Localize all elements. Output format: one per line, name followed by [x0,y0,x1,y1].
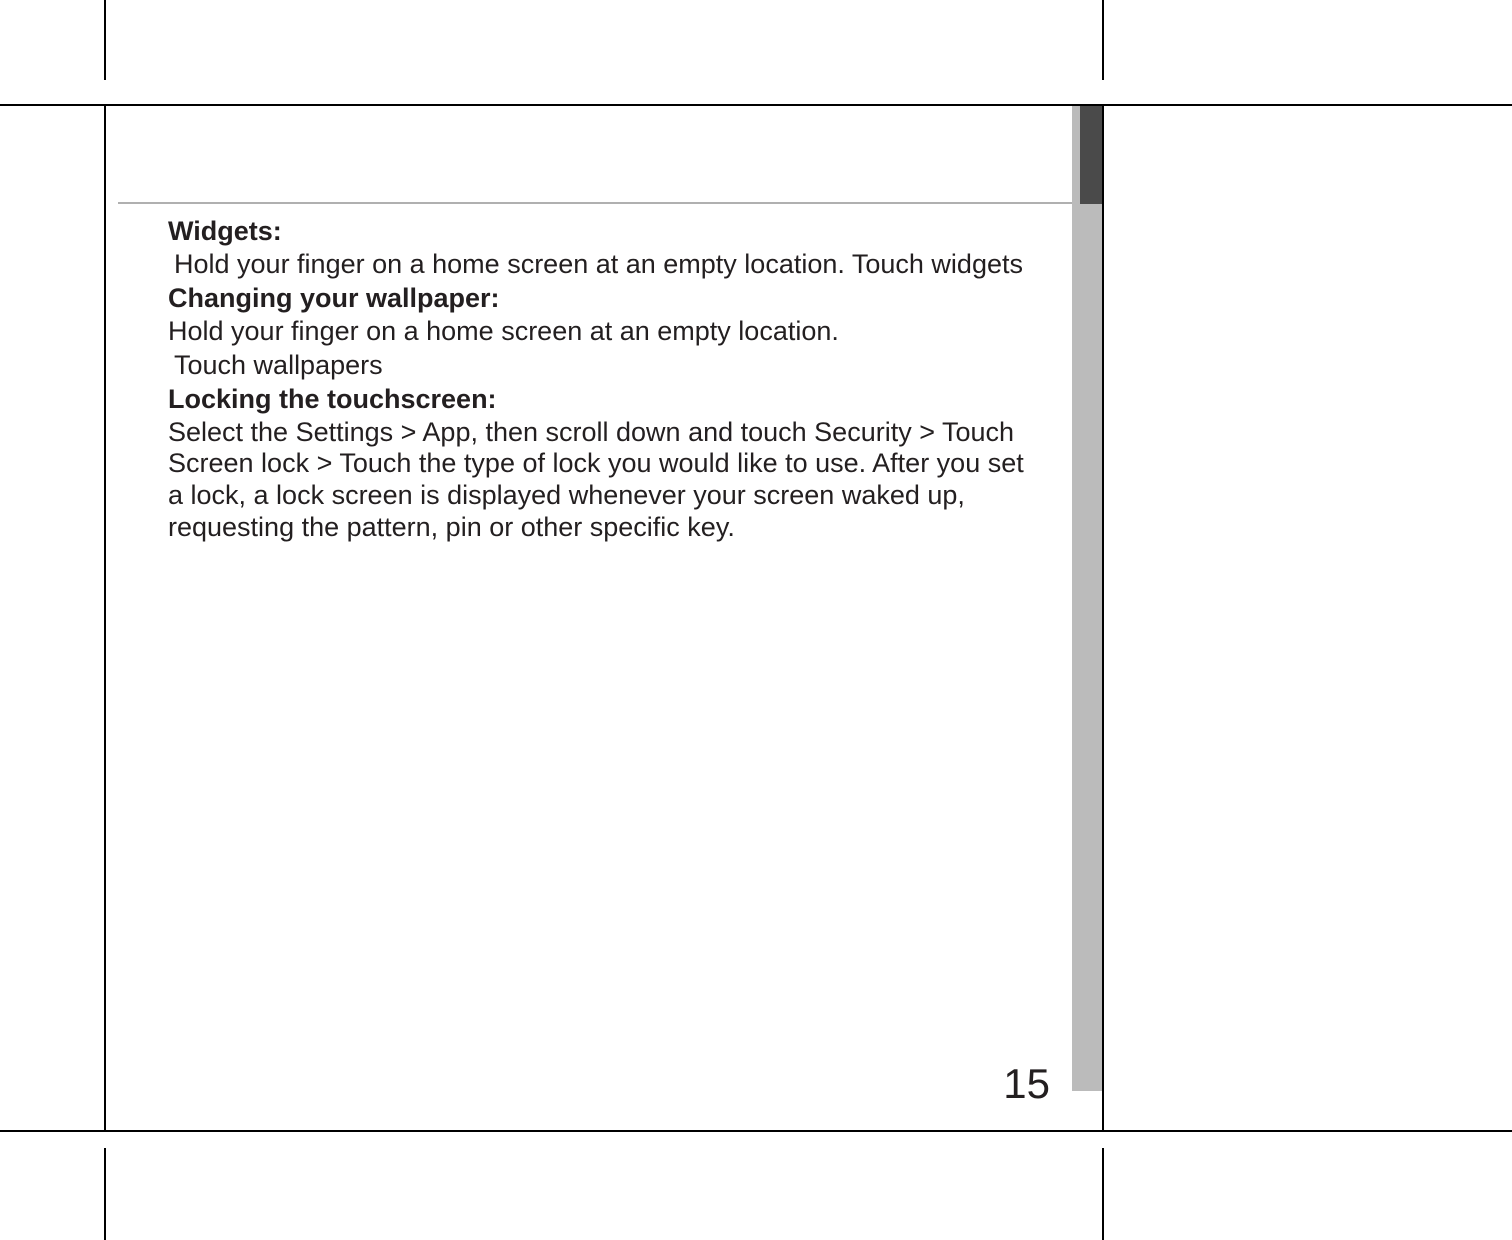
cropmark-vertical [104,1148,106,1240]
page-stage: Widgets: Hold your finger on a home scre… [0,0,1512,1240]
body-lock: Select the Settings > App, then scroll d… [168,417,1032,544]
cropmark-horizontal [1104,1130,1512,1132]
page-number: 15 [1003,1060,1050,1108]
page-frame: Widgets: Hold your finger on a home scre… [104,104,1104,1132]
heading-lock: Locking the touchscreen: [168,384,1032,415]
cropmark-vertical [1102,1148,1104,1240]
body-widgets: Hold your finger on a home screen at an … [168,249,1032,281]
heading-widgets: Widgets: [168,216,1032,247]
body-wallpaper-2: Touch wallpapers [168,350,1032,382]
cropmark-horizontal [0,1130,104,1132]
page-content: Widgets: Hold your finger on a home scre… [106,106,1072,1130]
side-tab [1072,106,1102,1091]
heading-wallpaper: Changing your wallpaper: [168,283,1032,314]
cropmark-vertical [104,0,106,80]
cropmark-horizontal [1104,104,1512,106]
side-tab-dark [1080,106,1102,204]
cropmark-horizontal [0,104,104,106]
cropmark-vertical [1102,0,1104,80]
body-wallpaper-1: Hold your finger on a home screen at an … [168,316,1032,348]
